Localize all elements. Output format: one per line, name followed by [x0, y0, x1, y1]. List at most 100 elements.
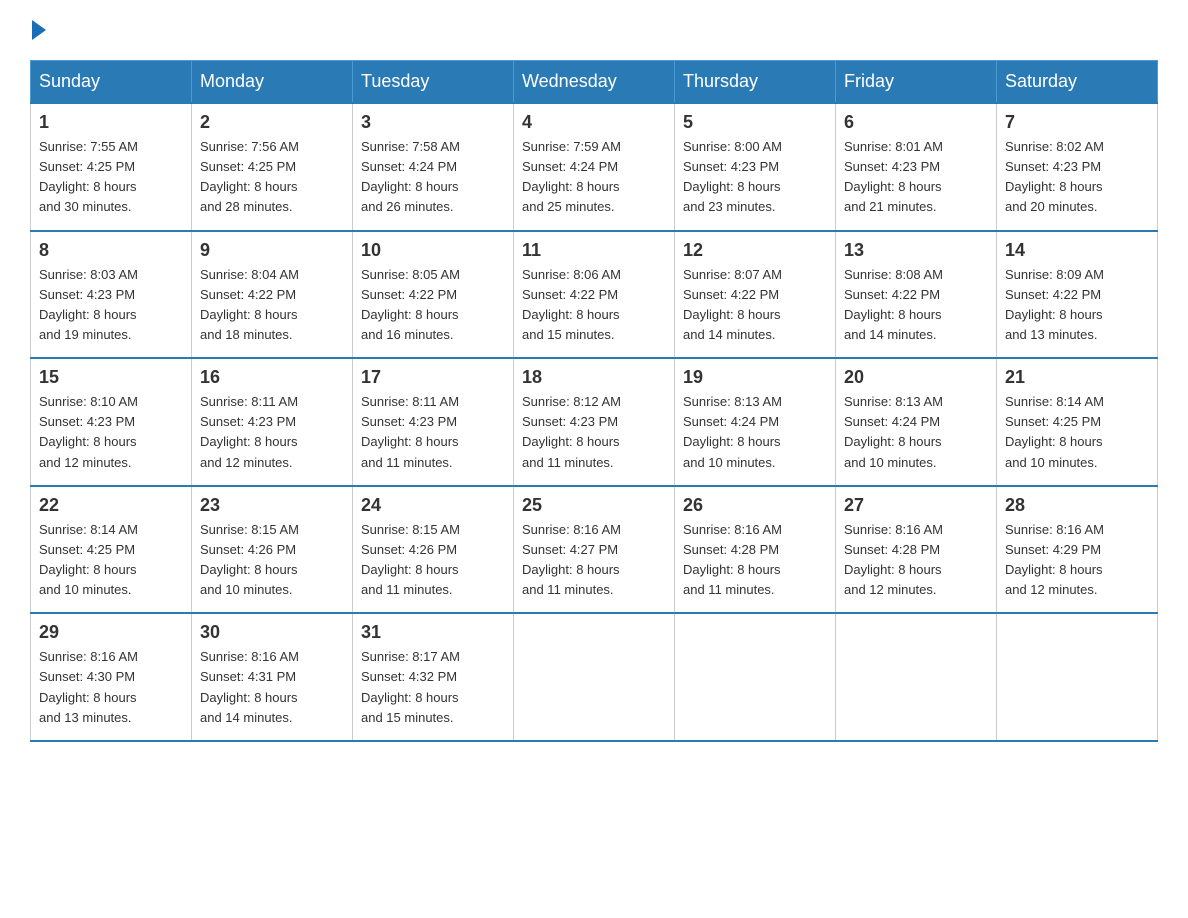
calendar-cell: 6 Sunrise: 8:01 AM Sunset: 4:23 PM Dayli…	[836, 103, 997, 231]
calendar-cell: 21 Sunrise: 8:14 AM Sunset: 4:25 PM Dayl…	[997, 358, 1158, 486]
day-number: 11	[522, 240, 666, 261]
calendar-cell: 5 Sunrise: 8:00 AM Sunset: 4:23 PM Dayli…	[675, 103, 836, 231]
page-header	[30, 20, 1158, 40]
calendar-cell: 24 Sunrise: 8:15 AM Sunset: 4:26 PM Dayl…	[353, 486, 514, 614]
calendar-cell: 14 Sunrise: 8:09 AM Sunset: 4:22 PM Dayl…	[997, 231, 1158, 359]
calendar-cell: 20 Sunrise: 8:13 AM Sunset: 4:24 PM Dayl…	[836, 358, 997, 486]
day-number: 25	[522, 495, 666, 516]
day-number: 8	[39, 240, 183, 261]
calendar-cell: 13 Sunrise: 8:08 AM Sunset: 4:22 PM Dayl…	[836, 231, 997, 359]
day-number: 10	[361, 240, 505, 261]
day-number: 17	[361, 367, 505, 388]
day-info: Sunrise: 8:13 AM Sunset: 4:24 PM Dayligh…	[844, 392, 988, 473]
day-number: 16	[200, 367, 344, 388]
calendar-header-row: SundayMondayTuesdayWednesdayThursdayFrid…	[31, 61, 1158, 104]
calendar-cell	[836, 613, 997, 741]
calendar-cell: 15 Sunrise: 8:10 AM Sunset: 4:23 PM Dayl…	[31, 358, 192, 486]
day-info: Sunrise: 8:11 AM Sunset: 4:23 PM Dayligh…	[361, 392, 505, 473]
day-info: Sunrise: 8:15 AM Sunset: 4:26 PM Dayligh…	[361, 520, 505, 601]
day-info: Sunrise: 8:14 AM Sunset: 4:25 PM Dayligh…	[39, 520, 183, 601]
day-info: Sunrise: 8:16 AM Sunset: 4:28 PM Dayligh…	[683, 520, 827, 601]
header-saturday: Saturday	[997, 61, 1158, 104]
day-info: Sunrise: 7:59 AM Sunset: 4:24 PM Dayligh…	[522, 137, 666, 218]
calendar-cell: 19 Sunrise: 8:13 AM Sunset: 4:24 PM Dayl…	[675, 358, 836, 486]
calendar-cell	[997, 613, 1158, 741]
calendar-cell: 1 Sunrise: 7:55 AM Sunset: 4:25 PM Dayli…	[31, 103, 192, 231]
header-wednesday: Wednesday	[514, 61, 675, 104]
day-info: Sunrise: 8:16 AM Sunset: 4:27 PM Dayligh…	[522, 520, 666, 601]
calendar-cell: 25 Sunrise: 8:16 AM Sunset: 4:27 PM Dayl…	[514, 486, 675, 614]
day-info: Sunrise: 8:15 AM Sunset: 4:26 PM Dayligh…	[200, 520, 344, 601]
day-number: 1	[39, 112, 183, 133]
calendar-cell: 7 Sunrise: 8:02 AM Sunset: 4:23 PM Dayli…	[997, 103, 1158, 231]
day-info: Sunrise: 8:16 AM Sunset: 4:30 PM Dayligh…	[39, 647, 183, 728]
day-number: 31	[361, 622, 505, 643]
day-number: 29	[39, 622, 183, 643]
day-info: Sunrise: 8:16 AM Sunset: 4:31 PM Dayligh…	[200, 647, 344, 728]
calendar-cell: 10 Sunrise: 8:05 AM Sunset: 4:22 PM Dayl…	[353, 231, 514, 359]
week-row-5: 29 Sunrise: 8:16 AM Sunset: 4:30 PM Dayl…	[31, 613, 1158, 741]
day-number: 22	[39, 495, 183, 516]
week-row-2: 8 Sunrise: 8:03 AM Sunset: 4:23 PM Dayli…	[31, 231, 1158, 359]
day-info: Sunrise: 8:02 AM Sunset: 4:23 PM Dayligh…	[1005, 137, 1149, 218]
day-number: 23	[200, 495, 344, 516]
header-thursday: Thursday	[675, 61, 836, 104]
calendar-cell: 17 Sunrise: 8:11 AM Sunset: 4:23 PM Dayl…	[353, 358, 514, 486]
day-number: 2	[200, 112, 344, 133]
calendar-cell: 31 Sunrise: 8:17 AM Sunset: 4:32 PM Dayl…	[353, 613, 514, 741]
day-number: 14	[1005, 240, 1149, 261]
header-sunday: Sunday	[31, 61, 192, 104]
day-number: 19	[683, 367, 827, 388]
day-info: Sunrise: 8:14 AM Sunset: 4:25 PM Dayligh…	[1005, 392, 1149, 473]
day-info: Sunrise: 7:56 AM Sunset: 4:25 PM Dayligh…	[200, 137, 344, 218]
day-number: 20	[844, 367, 988, 388]
day-info: Sunrise: 8:16 AM Sunset: 4:29 PM Dayligh…	[1005, 520, 1149, 601]
calendar-cell: 2 Sunrise: 7:56 AM Sunset: 4:25 PM Dayli…	[192, 103, 353, 231]
calendar-cell: 27 Sunrise: 8:16 AM Sunset: 4:28 PM Dayl…	[836, 486, 997, 614]
week-row-3: 15 Sunrise: 8:10 AM Sunset: 4:23 PM Dayl…	[31, 358, 1158, 486]
day-number: 15	[39, 367, 183, 388]
logo	[30, 20, 48, 40]
logo-triangle-icon	[32, 20, 46, 40]
day-number: 7	[1005, 112, 1149, 133]
calendar-cell	[675, 613, 836, 741]
day-number: 5	[683, 112, 827, 133]
calendar-cell: 8 Sunrise: 8:03 AM Sunset: 4:23 PM Dayli…	[31, 231, 192, 359]
day-info: Sunrise: 8:03 AM Sunset: 4:23 PM Dayligh…	[39, 265, 183, 346]
calendar-cell: 23 Sunrise: 8:15 AM Sunset: 4:26 PM Dayl…	[192, 486, 353, 614]
calendar-cell: 9 Sunrise: 8:04 AM Sunset: 4:22 PM Dayli…	[192, 231, 353, 359]
day-number: 13	[844, 240, 988, 261]
day-number: 21	[1005, 367, 1149, 388]
day-info: Sunrise: 8:17 AM Sunset: 4:32 PM Dayligh…	[361, 647, 505, 728]
calendar-cell: 28 Sunrise: 8:16 AM Sunset: 4:29 PM Dayl…	[997, 486, 1158, 614]
day-number: 6	[844, 112, 988, 133]
day-number: 26	[683, 495, 827, 516]
day-info: Sunrise: 8:12 AM Sunset: 4:23 PM Dayligh…	[522, 392, 666, 473]
day-number: 30	[200, 622, 344, 643]
calendar-cell: 4 Sunrise: 7:59 AM Sunset: 4:24 PM Dayli…	[514, 103, 675, 231]
day-info: Sunrise: 8:16 AM Sunset: 4:28 PM Dayligh…	[844, 520, 988, 601]
calendar-cell: 16 Sunrise: 8:11 AM Sunset: 4:23 PM Dayl…	[192, 358, 353, 486]
day-info: Sunrise: 7:55 AM Sunset: 4:25 PM Dayligh…	[39, 137, 183, 218]
day-number: 18	[522, 367, 666, 388]
day-info: Sunrise: 8:01 AM Sunset: 4:23 PM Dayligh…	[844, 137, 988, 218]
calendar-cell: 26 Sunrise: 8:16 AM Sunset: 4:28 PM Dayl…	[675, 486, 836, 614]
calendar-table: SundayMondayTuesdayWednesdayThursdayFrid…	[30, 60, 1158, 742]
day-info: Sunrise: 8:06 AM Sunset: 4:22 PM Dayligh…	[522, 265, 666, 346]
day-number: 28	[1005, 495, 1149, 516]
day-info: Sunrise: 8:07 AM Sunset: 4:22 PM Dayligh…	[683, 265, 827, 346]
day-number: 12	[683, 240, 827, 261]
week-row-4: 22 Sunrise: 8:14 AM Sunset: 4:25 PM Dayl…	[31, 486, 1158, 614]
calendar-cell: 3 Sunrise: 7:58 AM Sunset: 4:24 PM Dayli…	[353, 103, 514, 231]
calendar-cell: 11 Sunrise: 8:06 AM Sunset: 4:22 PM Dayl…	[514, 231, 675, 359]
header-tuesday: Tuesday	[353, 61, 514, 104]
week-row-1: 1 Sunrise: 7:55 AM Sunset: 4:25 PM Dayli…	[31, 103, 1158, 231]
calendar-cell: 18 Sunrise: 8:12 AM Sunset: 4:23 PM Dayl…	[514, 358, 675, 486]
day-info: Sunrise: 8:11 AM Sunset: 4:23 PM Dayligh…	[200, 392, 344, 473]
calendar-cell: 29 Sunrise: 8:16 AM Sunset: 4:30 PM Dayl…	[31, 613, 192, 741]
day-number: 9	[200, 240, 344, 261]
day-number: 3	[361, 112, 505, 133]
day-info: Sunrise: 8:00 AM Sunset: 4:23 PM Dayligh…	[683, 137, 827, 218]
calendar-cell: 30 Sunrise: 8:16 AM Sunset: 4:31 PM Dayl…	[192, 613, 353, 741]
day-info: Sunrise: 8:04 AM Sunset: 4:22 PM Dayligh…	[200, 265, 344, 346]
